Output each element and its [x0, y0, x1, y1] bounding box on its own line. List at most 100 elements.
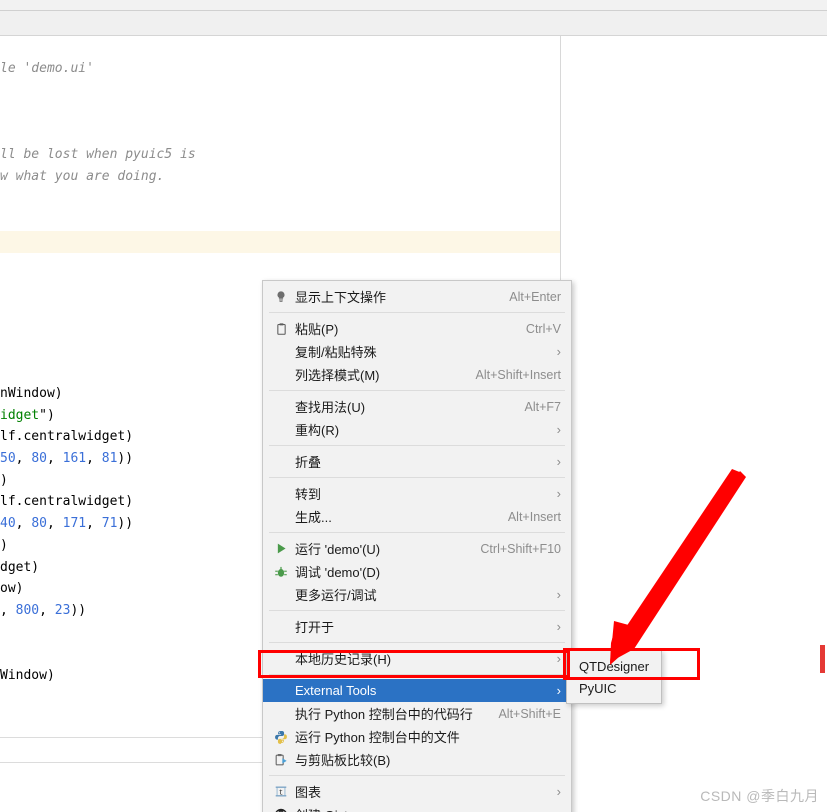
code-token: ,: [46, 516, 63, 532]
menu-item-label: 更多运行/调试: [295, 588, 377, 603]
code-token: ,: [86, 516, 102, 532]
code-token: "): [39, 407, 55, 423]
scrollbar-error-marker[interactable]: [820, 645, 825, 673]
menu-item[interactable]: t 图表 ›: [263, 780, 571, 803]
menu-item[interactable]: 复制/粘贴特殊 ›: [263, 340, 571, 363]
menu-item-label: 查找用法(U): [295, 400, 366, 415]
menu-separator: [269, 610, 565, 611]
no-icon: [271, 619, 291, 635]
menu-item[interactable]: 粘贴(P) Ctrl+V: [263, 317, 571, 340]
code-token: ,: [86, 451, 102, 467]
run-icon: [271, 541, 291, 557]
code-line: le 'demo.ui': [0, 58, 560, 80]
menu-item-label: 复制/粘贴特殊: [295, 345, 377, 360]
menu-separator: [269, 642, 565, 643]
code-token: ,: [15, 451, 32, 467]
menu-item[interactable]: 折叠 ›: [263, 450, 571, 473]
external-tools-submenu[interactable]: QTDesigner PyUIC: [566, 650, 662, 704]
menu-item[interactable]: 运行 'demo'(U) Ctrl+Shift+F10: [263, 537, 571, 560]
menu-item[interactable]: 执行 Python 控制台中的代码行 Alt+Shift+E: [263, 702, 571, 725]
menu-item-shortcut: Alt+F7: [524, 399, 561, 414]
code-token: 800: [15, 602, 40, 618]
menu-item-shortcut: Ctrl+V: [525, 321, 561, 336]
code-token: ,: [0, 602, 16, 618]
menu-item-label: 与剪贴板比较(B): [295, 753, 391, 768]
no-icon: [271, 344, 291, 360]
no-icon: [271, 367, 291, 383]
code-token: 81: [101, 451, 118, 467]
submenu-item-label: PyUIC: [579, 680, 617, 696]
code-token: ,: [46, 451, 63, 467]
menu-item[interactable]: 与剪贴板比较(B): [263, 748, 571, 771]
submenu-item[interactable]: PyUIC: [567, 677, 661, 699]
code-token: nWindow): [0, 386, 63, 401]
code-token: 80: [31, 516, 47, 532]
code-token: )): [70, 602, 87, 618]
menu-separator: [269, 674, 565, 675]
code-line: [0, 231, 560, 253]
code-token: ,: [39, 602, 55, 618]
code-token: lf.centralwidget): [0, 494, 134, 510]
menu-item-label: 创建 Gist...: [295, 805, 561, 812]
menu-item[interactable]: 重构(R) ›: [263, 418, 571, 441]
chevron-right-icon: ›: [556, 784, 561, 799]
code-token: 161: [62, 451, 87, 467]
code-token: 50: [0, 451, 16, 467]
svg-text:t: t: [279, 789, 283, 797]
menu-item-label: 图表: [295, 785, 322, 800]
menu-item[interactable]: External Tools ›: [263, 679, 571, 702]
code-token: idget: [0, 407, 40, 423]
menu-item[interactable]: 查找用法(U) Alt+F7: [263, 395, 571, 418]
github-icon: [271, 807, 291, 812]
ide-top-bar: [0, 0, 827, 11]
menu-separator: [269, 390, 565, 391]
menu-item[interactable]: 转到 ›: [263, 482, 571, 505]
menu-item-shortcut: Ctrl+Shift+F10: [480, 541, 561, 556]
no-icon: [271, 422, 291, 438]
menu-item[interactable]: 调试 'demo'(D): [263, 560, 571, 583]
menu-item[interactable]: 显示上下文操作 Alt+Enter: [263, 285, 571, 308]
code-token: )): [117, 451, 134, 467]
menu-item-shortcut: Alt+Enter: [509, 289, 561, 304]
code-token: 171: [62, 516, 87, 532]
annotation-arrow-icon: [610, 469, 746, 665]
menu-item[interactable]: 列选择模式(M) Alt+Shift+Insert: [263, 363, 571, 386]
menu-item-label: 调试 'demo'(D): [295, 565, 381, 580]
code-token: w what you are doing.: [0, 169, 165, 185]
code-token: ,: [15, 516, 32, 532]
code-token: ): [0, 537, 8, 553]
code-token: lf.centralwidget): [0, 429, 134, 445]
code-line: w what you are doing.: [0, 166, 560, 188]
context-menu[interactable]: 显示上下文操作 Alt+Enter 粘贴(P) Ctrl+V 复制/粘贴特殊 › 列选择模式…: [262, 280, 572, 812]
menu-item-shortcut: Alt+Shift+E: [498, 706, 561, 721]
menu-item[interactable]: 本地历史记录(H) ›: [263, 647, 571, 670]
ide-tab-strip[interactable]: [0, 11, 827, 36]
code-token: Window): [0, 667, 55, 683]
code-token: 71: [101, 516, 118, 532]
code-token: )): [117, 516, 134, 532]
menu-item[interactable]: 生成... Alt+Insert: [263, 505, 571, 528]
screenshot-root: le 'demo.ui' ll be lost when pyuic5 is w …: [0, 0, 827, 812]
menu-item[interactable]: 运行 Python 控制台中的文件: [263, 725, 571, 748]
code-line: ll be lost when pyuic5 is: [0, 144, 560, 166]
menu-item-label: 运行 'demo'(U): [295, 542, 381, 557]
no-icon: [271, 706, 291, 722]
menu-separator: [269, 477, 565, 478]
no-icon: [271, 486, 291, 502]
menu-item[interactable]: 打开于 ›: [263, 615, 571, 638]
code-token: dget): [0, 559, 40, 575]
menu-item[interactable]: 更多运行/调试 ›: [263, 583, 571, 606]
menu-item[interactable]: 创建 Gist...: [263, 803, 571, 812]
menu-separator: [269, 532, 565, 533]
menu-item-label: 打开于: [295, 620, 335, 635]
menu-item-label: External Tools: [295, 683, 377, 698]
submenu-item[interactable]: QTDesigner: [567, 655, 661, 677]
chevron-right-icon: ›: [556, 344, 561, 359]
chevron-right-icon: ›: [556, 619, 561, 634]
menu-item-label: 转到: [295, 487, 322, 502]
